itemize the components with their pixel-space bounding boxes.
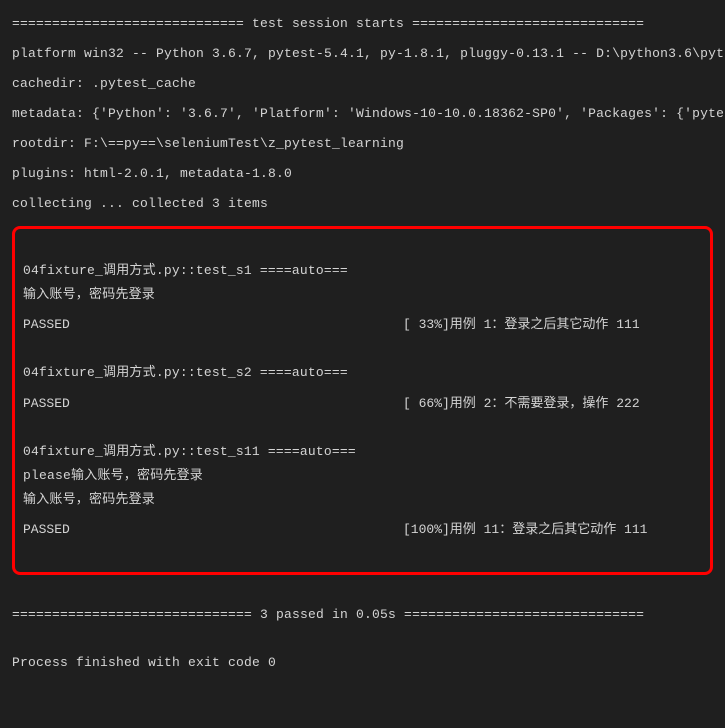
test3-output2: 输入账号，密码先登录 — [23, 488, 702, 512]
test2-percent: [ 66%]用例 2：不需要登录，操作 222 — [403, 392, 640, 416]
test2-passed: PASSED — [23, 392, 403, 416]
test3-name: 04fixture_调用方式.py::test_s11 ====auto=== — [23, 440, 702, 464]
test1-name: 04fixture_调用方式.py::test_s1 ====auto=== — [23, 259, 702, 283]
test1-result-row: PASSED [ 33%]用例 1：登录之后其它动作 111 — [23, 313, 702, 337]
test3-percent: [100%]用例 11：登录之后其它动作 111 — [403, 518, 647, 542]
test3-output1: please输入账号，密码先登录 — [23, 464, 702, 488]
test2-result-row: PASSED [ 66%]用例 2：不需要登录，操作 222 — [23, 392, 702, 416]
platform-line: platform win32 -- Python 3.6.7, pytest-5… — [12, 42, 713, 66]
exit-code-line: Process finished with exit code 0 — [12, 651, 713, 675]
test3-result-row: PASSED [100%]用例 11：登录之后其它动作 111 — [23, 518, 702, 542]
test1-output1: 输入账号，密码先登录 — [23, 283, 702, 307]
cachedir-line: cachedir: .pytest_cache — [12, 72, 713, 96]
test-output-highlight: 04fixture_调用方式.py::test_s1 ====auto=== 输… — [12, 226, 713, 574]
summary-line: ============================== 3 passed … — [12, 603, 713, 627]
test2-name: 04fixture_调用方式.py::test_s2 ====auto=== — [23, 361, 702, 385]
test3-passed: PASSED — [23, 518, 403, 542]
collecting-line: collecting ... collected 3 items — [12, 192, 713, 216]
test1-percent: [ 33%]用例 1：登录之后其它动作 111 — [403, 313, 640, 337]
test1-passed: PASSED — [23, 313, 403, 337]
plugins-line: plugins: html-2.0.1, metadata-1.8.0 — [12, 162, 713, 186]
rootdir-line: rootdir: F:\==py==\seleniumTest\z_pytest… — [12, 132, 713, 156]
session-banner: ============================= test sessi… — [12, 12, 713, 36]
metadata-line: metadata: {'Python': '3.6.7', 'Platform'… — [12, 102, 713, 126]
